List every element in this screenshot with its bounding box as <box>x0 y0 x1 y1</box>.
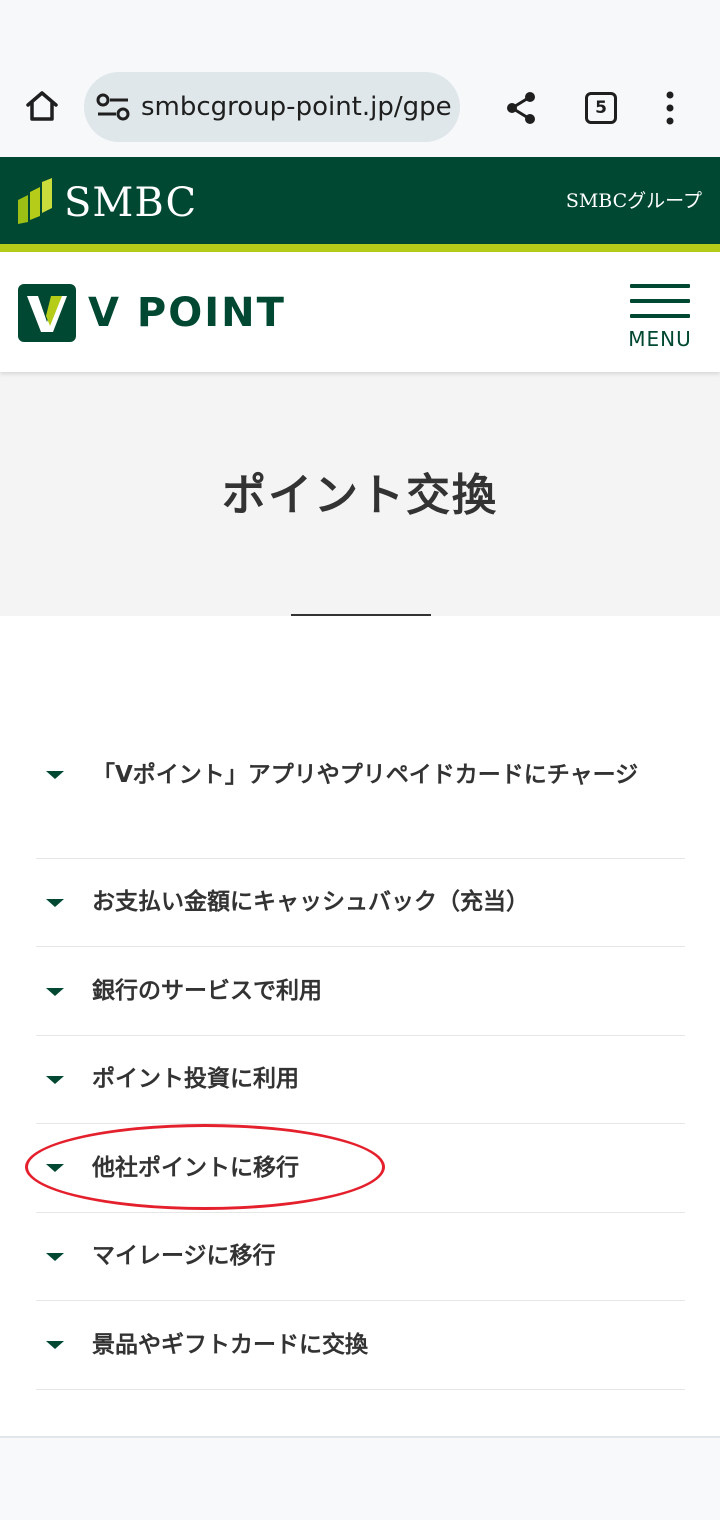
nav-item-label: ポイント投資に利用 <box>92 1066 299 1092</box>
caret-down-icon <box>46 1164 64 1172</box>
url-text[interactable]: smbcgroup-point.jp/gpe/ <box>141 91 451 123</box>
url-bar[interactable]: smbcgroup-point.jp/gpe/ <box>84 72 460 142</box>
footer <box>0 1438 720 1520</box>
menu-hamburger-icon <box>630 284 690 288</box>
vpoint-logo-icon[interactable] <box>18 284 76 342</box>
browser-toolbar: smbcgroup-point.jp/gpe/ 5 <box>0 0 720 156</box>
nav-item-label: 他社ポイントに移行 <box>92 1155 299 1181</box>
page-title: ポイント交換 <box>222 470 498 521</box>
nav-item-gifts[interactable]: 景品やギフトカードに交換 <box>36 1301 685 1390</box>
tabs-icon[interactable]: 5 <box>585 92 617 124</box>
smbc-brand[interactable]: SMBC <box>64 177 197 229</box>
nav-item-point-investment[interactable]: ポイント投資に利用 <box>36 1036 685 1124</box>
menu-hamburger-icon <box>630 299 690 303</box>
caret-down-icon <box>46 1076 64 1084</box>
nav-item-label: 「Vポイント」アプリやプリペイドカードにチャージ <box>92 762 639 788</box>
nav-item-mileage[interactable]: マイレージに移行 <box>36 1213 685 1301</box>
caret-down-icon <box>46 988 64 996</box>
nav-item-other-points[interactable]: 他社ポイントに移行 <box>36 1124 685 1213</box>
smbc-group-link[interactable]: SMBCグループ <box>566 188 702 214</box>
nav-item-label: マイレージに移行 <box>92 1243 276 1269</box>
vpoint-brand[interactable]: V POINT <box>88 288 286 338</box>
share-icon[interactable] <box>504 91 538 125</box>
menu-hamburger-icon <box>630 314 690 318</box>
caret-down-icon <box>46 1253 64 1261</box>
smbc-logo-icon[interactable] <box>18 178 52 224</box>
nav-item-label: 景品やギフトカードに交換 <box>92 1332 368 1358</box>
nav-item-label: お支払い金額にキャッシュバック（充当） <box>92 889 529 915</box>
nav-item-label: 銀行のサービスで利用 <box>92 978 322 1004</box>
caret-down-icon <box>46 1341 64 1349</box>
smbc-header-stripe <box>0 244 720 252</box>
menu-label: MENU <box>628 327 692 351</box>
caret-down-icon <box>46 771 64 779</box>
nav-item-bank-services[interactable]: 銀行のサービスで利用 <box>36 947 685 1036</box>
home-icon[interactable] <box>22 86 62 126</box>
caret-down-icon <box>46 899 64 907</box>
nav-item-cashback[interactable]: お支払い金額にキャッシュバック（充当） <box>36 859 685 947</box>
more-vert-icon[interactable] <box>660 90 680 126</box>
menu-button[interactable]: MENU <box>628 282 692 352</box>
nav-item-charge[interactable]: 「Vポイント」アプリやプリペイドカードにチャージ <box>36 740 685 859</box>
tune-icon[interactable] <box>96 93 130 121</box>
